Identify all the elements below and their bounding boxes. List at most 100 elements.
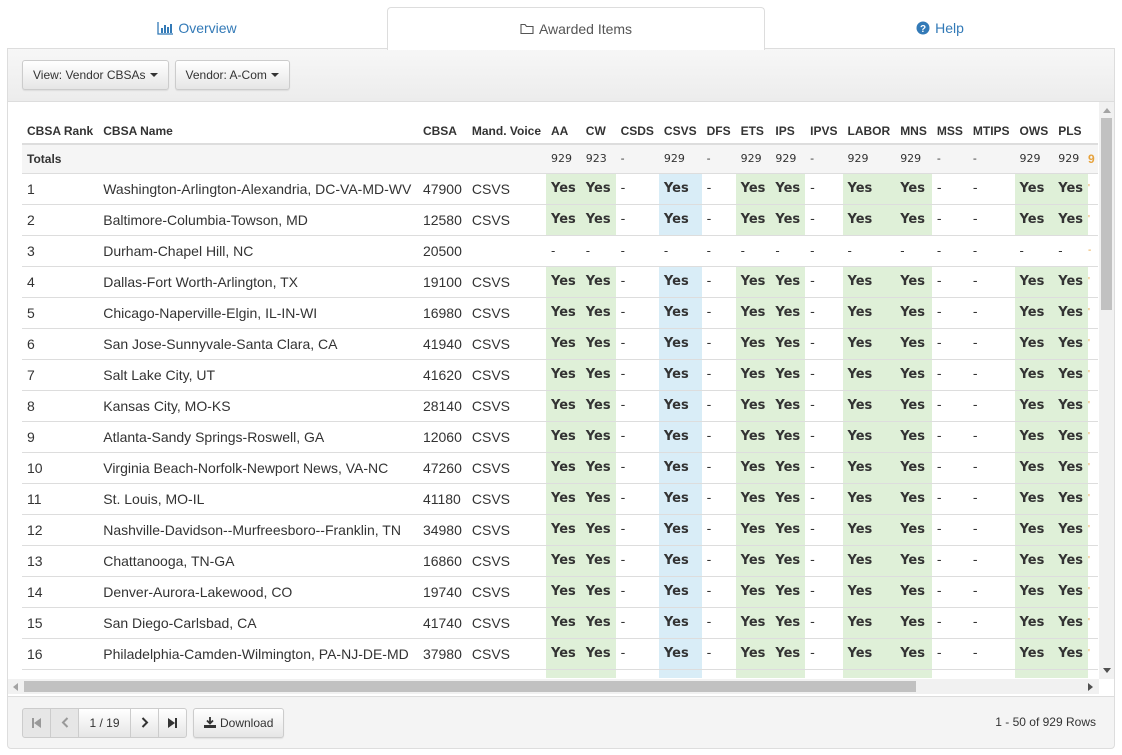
column-header[interactable]: OWS bbox=[1014, 118, 1054, 145]
service-cell-labor: Yes bbox=[842, 668, 896, 678]
column-header[interactable]: MNS bbox=[895, 118, 932, 145]
tab-awarded-items[interactable]: Awarded Items bbox=[387, 7, 765, 50]
tab-overview[interactable]: Overview bbox=[7, 7, 387, 49]
first-page-button[interactable] bbox=[22, 707, 51, 738]
column-header[interactable]: CBSA Name bbox=[98, 118, 418, 145]
view-dropdown[interactable]: View: Vendor CBSAs bbox=[22, 60, 169, 90]
column-header[interactable]: AA bbox=[546, 118, 581, 145]
table-row[interactable]: 12 Nashville-Davidson--Murfreesboro--Fran… bbox=[22, 513, 1098, 545]
mand-voice-cell: CSVS bbox=[466, 296, 546, 328]
service-cell-mns: Yes bbox=[895, 358, 932, 390]
service-cell-mns: Yes bbox=[895, 668, 932, 678]
partial-cell: ' bbox=[1088, 172, 1098, 204]
service-cell-ows: Yes bbox=[1014, 575, 1054, 607]
column-header[interactable]: CSDS bbox=[615, 118, 659, 145]
service-cell-cw: - bbox=[580, 234, 616, 266]
next-page-button[interactable] bbox=[130, 707, 159, 738]
column-header[interactable]: Mand. Voice bbox=[466, 118, 546, 145]
scroll-left-icon[interactable] bbox=[13, 683, 18, 691]
horizontal-scrollbar[interactable] bbox=[8, 679, 1099, 694]
service-cell-mtips: - bbox=[967, 420, 1015, 452]
cbsa-name-cell: San Jose-Sunnyvale-Santa Clara, CA bbox=[98, 327, 418, 359]
service-cell-mtips: - bbox=[967, 265, 1015, 297]
service-cell-mns: Yes bbox=[895, 203, 932, 235]
table-header-row: CBSA Rank CBSA Name CBSA Mand. Voice AA CW CSD… bbox=[22, 118, 1098, 145]
service-cell-csvs: Yes bbox=[658, 544, 702, 576]
service-cell-mtips: - bbox=[967, 668, 1015, 678]
vendor-dropdown[interactable]: Vendor: A-Com bbox=[174, 60, 290, 90]
totals-cell: 929 bbox=[658, 144, 702, 173]
column-header[interactable]: CW bbox=[580, 118, 616, 145]
table-row[interactable]: 10 Virginia Beach-Norfolk-Newport News, V… bbox=[22, 451, 1098, 483]
cbsa-code-cell: 28140 bbox=[417, 389, 467, 421]
service-cell-aa: Yes bbox=[546, 544, 581, 576]
service-cell-mns: Yes bbox=[895, 451, 932, 483]
table-row[interactable]: 14 Denver-Aurora-Lakewood, CO 19740 CSVS Yes… bbox=[22, 575, 1098, 607]
column-header[interactable]: CBSA Rank bbox=[22, 118, 99, 145]
download-button[interactable]: Download bbox=[193, 707, 285, 738]
service-cell-mss: - bbox=[931, 234, 968, 266]
tab-overview-label: Overview bbox=[178, 20, 237, 36]
service-cell-csds: - bbox=[615, 296, 659, 328]
mand-voice-cell: CSVS bbox=[466, 451, 546, 483]
tab-awarded-items-label: Awarded Items bbox=[538, 21, 633, 37]
service-cell-aa: Yes bbox=[546, 203, 581, 235]
service-cell-mss: - bbox=[931, 327, 968, 359]
column-header[interactable]: MSS bbox=[931, 118, 968, 145]
service-cell-ows: Yes bbox=[1014, 544, 1054, 576]
column-header[interactable]: CSVS bbox=[658, 118, 702, 145]
previous-page-button[interactable] bbox=[50, 707, 79, 738]
table-row[interactable]: 9 Atlanta-Sandy Springs-Roswell, GA 12060 C… bbox=[22, 420, 1098, 452]
service-cell-mss: - bbox=[931, 668, 968, 678]
table-row[interactable]: 5 Chicago-Naperville-Elgin, IL-IN-WI 16980… bbox=[22, 296, 1098, 328]
column-header[interactable]: LABOR bbox=[842, 118, 896, 145]
service-cell-ipvs: - bbox=[805, 544, 843, 576]
table-row[interactable]: 17New York-Newark-Jersey City, NY-NJ-PA3… bbox=[22, 668, 1098, 678]
column-header[interactable]: IPS bbox=[770, 118, 806, 145]
service-cell-cw: Yes bbox=[580, 358, 616, 390]
table-row[interactable]: 7 Salt Lake City, UT 41620 CSVS Yes Yes - Yes - Y… bbox=[22, 358, 1098, 390]
column-header[interactable]: DFS bbox=[701, 118, 736, 145]
service-cell-mtips: - bbox=[967, 575, 1015, 607]
table-row[interactable]: 6 San Jose-Sunnyvale-Santa Clara, CA 41940… bbox=[22, 327, 1098, 359]
mand-voice-cell: CSVS bbox=[466, 668, 546, 678]
service-cell-ets: Yes bbox=[735, 606, 771, 638]
table-row[interactable]: 8 Kansas City, MO-KS 28140 CSVS Yes Yes - Yes - Y… bbox=[22, 389, 1098, 421]
service-cell-mns: Yes bbox=[895, 172, 932, 204]
service-cell-ows: Yes bbox=[1014, 327, 1054, 359]
table-row[interactable]: 1 Washington-Arlington-Alexandria, DC-VA-… bbox=[22, 172, 1098, 204]
service-cell-dfs: - bbox=[701, 358, 736, 390]
table-row[interactable]: 2 Baltimore-Columbia-Towson, MD 12580 CSVS Y… bbox=[22, 203, 1098, 235]
scroll-down-icon[interactable] bbox=[1103, 668, 1111, 673]
horizontal-scroll-thumb[interactable] bbox=[24, 681, 916, 692]
last-page-button[interactable] bbox=[158, 707, 187, 738]
column-header[interactable]: PLS bbox=[1053, 118, 1088, 145]
column-header[interactable]: CBSA bbox=[417, 118, 467, 145]
column-header[interactable]: IPVS bbox=[805, 118, 843, 145]
table-row[interactable]: 4 Dallas-Fort Worth-Arlington, TX 19100 CSV… bbox=[22, 265, 1098, 297]
service-cell-csds: - bbox=[615, 172, 659, 204]
service-cell-csvs: Yes bbox=[658, 172, 702, 204]
service-cell-csds: - bbox=[615, 234, 659, 266]
column-header[interactable]: ETS bbox=[735, 118, 771, 145]
service-cell-aa: Yes bbox=[546, 637, 581, 669]
table-row[interactable]: 13 Chattanooga, TN-GA 16860 CSVS Yes Yes - Yes -… bbox=[22, 544, 1098, 576]
service-cell-cw: Yes bbox=[580, 172, 616, 204]
table-row[interactable]: 15 San Diego-Carlsbad, CA 41740 CSVS Yes Yes -… bbox=[22, 606, 1098, 638]
scroll-right-icon[interactable] bbox=[1088, 683, 1093, 691]
column-header[interactable]: MTIPS bbox=[967, 118, 1015, 145]
table-row[interactable]: 3 Durham-Chapel Hill, NC 20500- - - - - - - - - - - -… bbox=[22, 234, 1098, 266]
vertical-scrollbar[interactable] bbox=[1099, 102, 1114, 679]
tab-help[interactable]: ? Help bbox=[765, 7, 1115, 49]
scroll-up-icon[interactable] bbox=[1103, 108, 1111, 113]
service-cell-ipvs: - bbox=[805, 234, 843, 266]
cbsa-name-cell: Dallas-Fort Worth-Arlington, TX bbox=[98, 265, 418, 297]
mand-voice-cell: CSVS bbox=[466, 358, 546, 390]
service-cell-labor: Yes bbox=[842, 544, 896, 576]
table-row[interactable]: 11 St. Louis, MO-IL 41180 CSVS Yes Yes - Yes - Ye… bbox=[22, 482, 1098, 514]
service-cell-ipvs: - bbox=[805, 172, 843, 204]
service-cell-mtips: - bbox=[967, 451, 1015, 483]
vertical-scroll-thumb[interactable] bbox=[1101, 118, 1112, 310]
service-cell-mns: Yes bbox=[895, 575, 932, 607]
table-row[interactable]: 16 Philadelphia-Camden-Wilmington, PA-NJ-… bbox=[22, 637, 1098, 669]
